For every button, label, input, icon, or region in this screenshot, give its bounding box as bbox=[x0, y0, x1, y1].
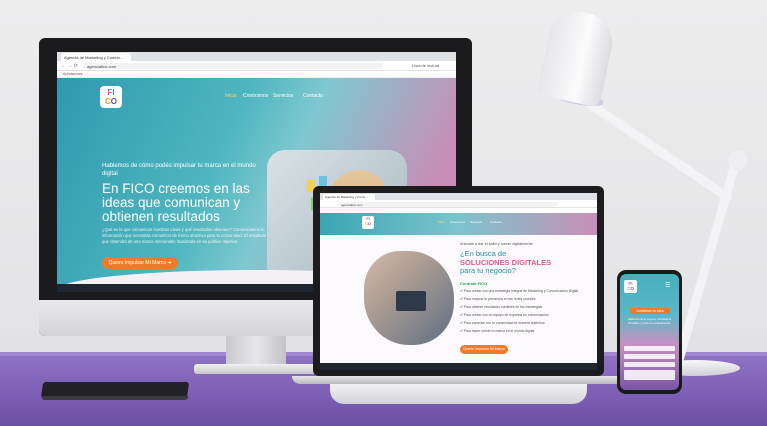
bookmarks-bar[interactable]: Aplicaciones bbox=[57, 71, 456, 78]
menu-icon[interactable]: ☰ bbox=[665, 282, 670, 289]
team-photo bbox=[364, 251, 454, 345]
list-title: Contratá FICO bbox=[460, 281, 488, 286]
header-band: FI CO Inicio Conócenos Servicios Contact… bbox=[320, 213, 597, 235]
headline-line: para tu negocio? bbox=[460, 266, 516, 275]
check-item: ✔ Para obtener resultados medibles en tu… bbox=[460, 305, 543, 309]
check-item-text: Para obtener resultados medibles en tus … bbox=[463, 305, 543, 309]
lamp-arm-upper bbox=[583, 97, 734, 204]
browser-tab-strip: Agencia de Marketing y Comu... bbox=[320, 193, 597, 200]
check-item-text: Para contar con un equipo de expertos en… bbox=[463, 313, 549, 317]
laptop-in-photo bbox=[396, 291, 426, 311]
section-kicker: Animate a dar el salto y crecer digitalm… bbox=[460, 242, 533, 246]
hero-body: ¿Qué es lo que comunican nuestras ideas … bbox=[102, 227, 267, 244]
form-field-message[interactable] bbox=[624, 370, 675, 380]
laptop-hinge bbox=[292, 376, 625, 384]
lamp-joint bbox=[728, 150, 748, 170]
phone-screen: FI CO ☰ Contanos tu idea Hablemos de tu … bbox=[620, 274, 679, 390]
nav-home[interactable]: Inicio bbox=[225, 93, 237, 99]
browser-tab[interactable]: Agencia de Marketing y Comun... bbox=[61, 53, 131, 61]
nav-arrows-icon[interactable]: ← → ⟳ bbox=[61, 63, 78, 69]
form-field-phone[interactable] bbox=[624, 362, 675, 367]
windows-taskbar bbox=[320, 363, 597, 370]
laptop-screen: Agencia de Marketing y Comu... agenciafi… bbox=[320, 193, 597, 370]
cta-button[interactable]: Quiero Impulsar Mi Marca ➜ bbox=[102, 257, 178, 269]
form-field-name[interactable] bbox=[624, 346, 675, 351]
laptop-keyboard-base bbox=[330, 384, 587, 404]
reading-list[interactable]: Lista de lectura bbox=[412, 63, 439, 68]
check-item-text: Para mejorar tu presencia en las redes s… bbox=[463, 297, 536, 301]
nav-contact[interactable]: Contacto bbox=[303, 93, 323, 99]
monitor-foot bbox=[194, 364, 318, 374]
nav-about[interactable]: Conócenos bbox=[450, 220, 465, 224]
address-bar[interactable]: agenciafico.com bbox=[338, 201, 558, 207]
browser-toolbar: ← → ⟳ agenciafico.com Lista de lectura bbox=[57, 61, 456, 71]
tablet-edge bbox=[41, 396, 189, 400]
check-item: ✔ Para hacer crecer tu marca en el mundo… bbox=[460, 329, 535, 333]
logo-letter: O bbox=[630, 286, 634, 291]
fico-logo[interactable]: FI CO bbox=[362, 216, 374, 229]
fico-logo[interactable]: FI CO bbox=[100, 86, 122, 108]
fico-logo[interactable]: FI CO bbox=[624, 280, 637, 293]
check-item: ✔ Para contar con una estrategia integra… bbox=[460, 289, 579, 293]
form-field-email[interactable] bbox=[624, 354, 675, 359]
logo-letter: O bbox=[367, 220, 371, 226]
check-item: ✔ Para mejorar tu presencia en las redes… bbox=[460, 297, 536, 301]
browser-tab-strip: Agencia de Marketing y Comun... bbox=[57, 52, 456, 61]
check-item: ✔ Para contar con un equipo de expertos … bbox=[460, 313, 549, 317]
check-item-text: Para conectar con tu comunidad de manera… bbox=[463, 321, 545, 325]
logo-letter: I bbox=[112, 88, 115, 97]
nav-services[interactable]: Servicios bbox=[470, 220, 482, 224]
nav-contact[interactable]: Contacto bbox=[490, 220, 502, 224]
check-item-text: Para hacer crecer tu marca en el mundo d… bbox=[463, 329, 535, 333]
hero-kicker: Hablemos de cómo podés impulsar tu marca… bbox=[102, 163, 256, 177]
contact-text: Hablemos de tu negocio. Completá el form… bbox=[627, 318, 672, 325]
nav-home[interactable]: Inicio bbox=[438, 220, 445, 224]
nav-about[interactable]: Conócenos bbox=[243, 93, 268, 99]
cta-button[interactable]: Quiero Impulsar Mi Marca bbox=[460, 345, 508, 354]
contact-title: Contanos tu idea bbox=[630, 308, 670, 314]
hero-title: En FICO creemos en las ideas que comunic… bbox=[102, 181, 250, 224]
lamp-head bbox=[536, 6, 618, 108]
monitor-stand bbox=[226, 336, 286, 366]
nav-services[interactable]: Servicios bbox=[273, 93, 293, 99]
check-item: ✔ Para conectar con tu comunidad de mane… bbox=[460, 321, 545, 325]
address-bar[interactable]: agenciafico.com bbox=[83, 63, 383, 69]
browser-toolbar: agenciafico.com bbox=[320, 200, 597, 208]
logo-letter: O bbox=[110, 97, 117, 106]
check-item-text: Para contar con una estrategia integral … bbox=[463, 289, 579, 293]
section-headline: ¿En busca de SOLUCIONES DIGITALES para t… bbox=[460, 249, 590, 276]
